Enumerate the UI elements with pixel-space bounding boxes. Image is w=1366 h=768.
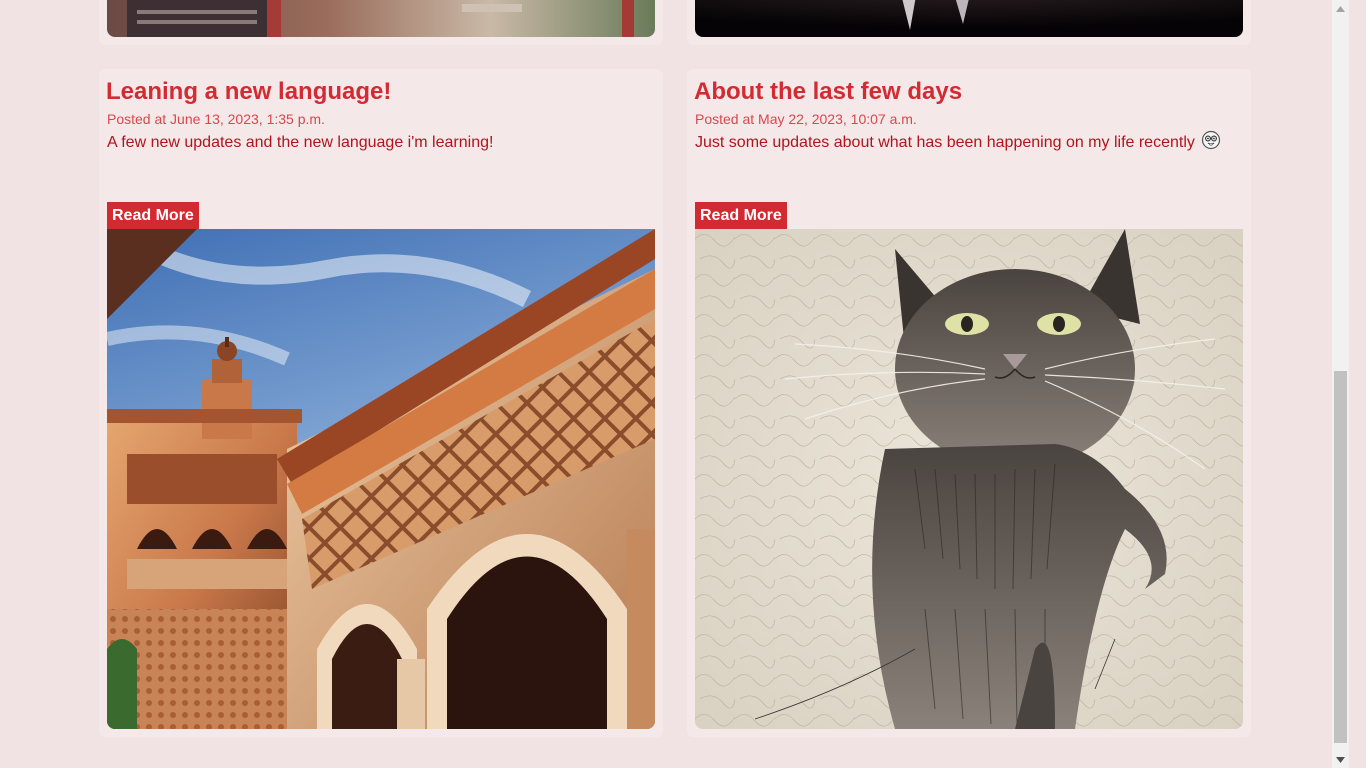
post-date: Posted at June 13, 2023, 1:35 p.m.	[107, 111, 325, 127]
post-image[interactable]	[695, 229, 1243, 729]
post-title[interactable]: About the last few days	[694, 77, 962, 107]
post-card-previous-right	[687, 0, 1251, 45]
post-card: About the last few days Posted at May 22…	[687, 69, 1251, 737]
post-image-fragment	[695, 0, 1243, 37]
post-date: Posted at May 22, 2023, 10:07 a.m.	[695, 111, 917, 127]
post-card: Leaning a new language! Posted at June 1…	[99, 69, 663, 737]
scroll-down-arrow-icon[interactable]	[1332, 751, 1349, 768]
post-image[interactable]	[107, 229, 655, 729]
scrollbar-thumb[interactable]	[1334, 371, 1347, 743]
scroll-up-arrow-icon[interactable]	[1332, 0, 1349, 17]
post-summary: A few new updates and the new language i…	[107, 133, 493, 153]
read-more-button[interactable]: Read More	[695, 202, 787, 229]
post-summary: Just some updates about what has been ha…	[695, 130, 1221, 153]
post-title[interactable]: Leaning a new language!	[106, 77, 391, 107]
post-summary-text: A few new updates and the new language i…	[107, 134, 494, 151]
read-more-button[interactable]: Read More	[107, 202, 199, 229]
blog-post-list: Leaning a new language! Posted at June 1…	[0, 0, 1349, 768]
nerd-face-emoji-icon	[1201, 130, 1221, 150]
post-image-fragment	[107, 0, 655, 37]
post-card-previous-left	[99, 0, 663, 45]
page-scrollbar[interactable]	[1332, 0, 1349, 768]
post-summary-text: Just some updates about what has been ha…	[695, 134, 1195, 151]
